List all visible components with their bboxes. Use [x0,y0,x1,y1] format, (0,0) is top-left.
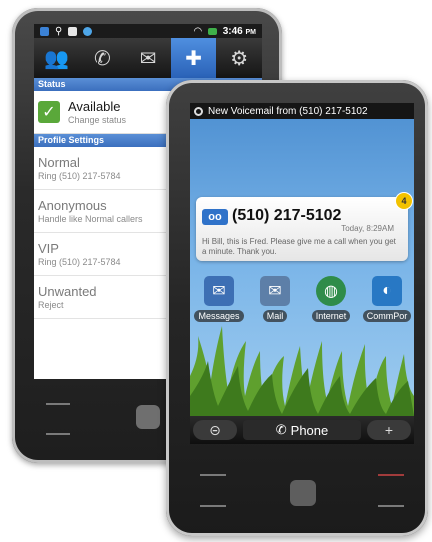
envelope-icon: ✉ [139,47,157,70]
phone-icon: ✆ [275,422,287,437]
notification-bar[interactable]: New Voicemail from (510) 217-5102 [190,103,414,119]
front-hardware-controls [190,450,414,528]
voicemail-time: Today, 8:29AM [341,224,394,233]
front-phone: New Voicemail from (510) 217-5102 oo (51… [166,80,428,536]
grass-wallpaper [190,326,414,416]
dock-bar: ⊝ ✆ Phone + [190,416,414,444]
notification-text: New Voicemail from (510) 217-5102 [208,105,368,117]
trackball-button[interactable] [290,480,316,506]
search-key[interactable] [378,505,404,507]
dock-phone-button[interactable]: ✆ Phone [243,420,361,440]
end-call-key[interactable] [378,474,404,476]
gear-icon: ⚙ [230,47,249,70]
voicemail-notification-icon [194,106,203,116]
wifi-icon: ◠ [194,25,202,37]
back-key[interactable] [46,433,70,435]
menu-key[interactable] [200,474,226,476]
status-bar: ⚲ ◠ 3:46 PM [34,24,262,38]
tab-add[interactable]: ✚ [170,38,217,78]
contacts-icon: 👥 [44,47,70,70]
dock-left-button[interactable]: ⊝ [193,420,237,440]
battery-icon [207,27,217,35]
dock-phone-label: Phone [290,422,329,438]
status-subtitle: Change status [68,115,127,125]
phone-icon: ✆ [94,47,111,70]
tab-settings[interactable]: ⚙ [216,38,262,78]
back-key[interactable] [200,505,226,507]
status-title: Available [68,99,121,114]
plus-icon: ✚ [185,47,202,70]
minus-circle-icon: ⊝ [209,421,221,438]
voicemail-widget[interactable]: oo (510) 217-5102 Today, 8:29AM Hi Bill,… [196,193,412,261]
checkmark-icon: ✓ [38,101,60,123]
tab-contacts[interactable]: 👥 [34,38,80,78]
browser-icon [83,26,93,36]
front-screen: New Voicemail from (510) 217-5102 oo (51… [190,103,414,444]
voicemail-number: (510) 217-5102 [232,207,342,224]
usb-icon: ⚲ [55,25,63,37]
voicemail-transcript: Hi Bill, this is Fred. Please give me a … [202,237,396,256]
tab-bar: 👥 ✆ ✉ ✚ ⚙ [34,38,262,78]
voicemail-count-badge: 4 [396,193,412,209]
tab-call[interactable]: ✆ [80,38,126,78]
dock-add-button[interactable]: + [367,420,411,440]
plus-icon: + [384,422,394,438]
sync-icon [40,26,49,36]
menu-key[interactable] [46,403,70,405]
tab-messages[interactable]: ✉ [125,38,171,78]
sdcard-icon [68,26,78,36]
trackball-button[interactable] [136,405,160,429]
voicemail-icon: oo [202,209,228,225]
status-time: 3:46 PM [222,25,256,37]
